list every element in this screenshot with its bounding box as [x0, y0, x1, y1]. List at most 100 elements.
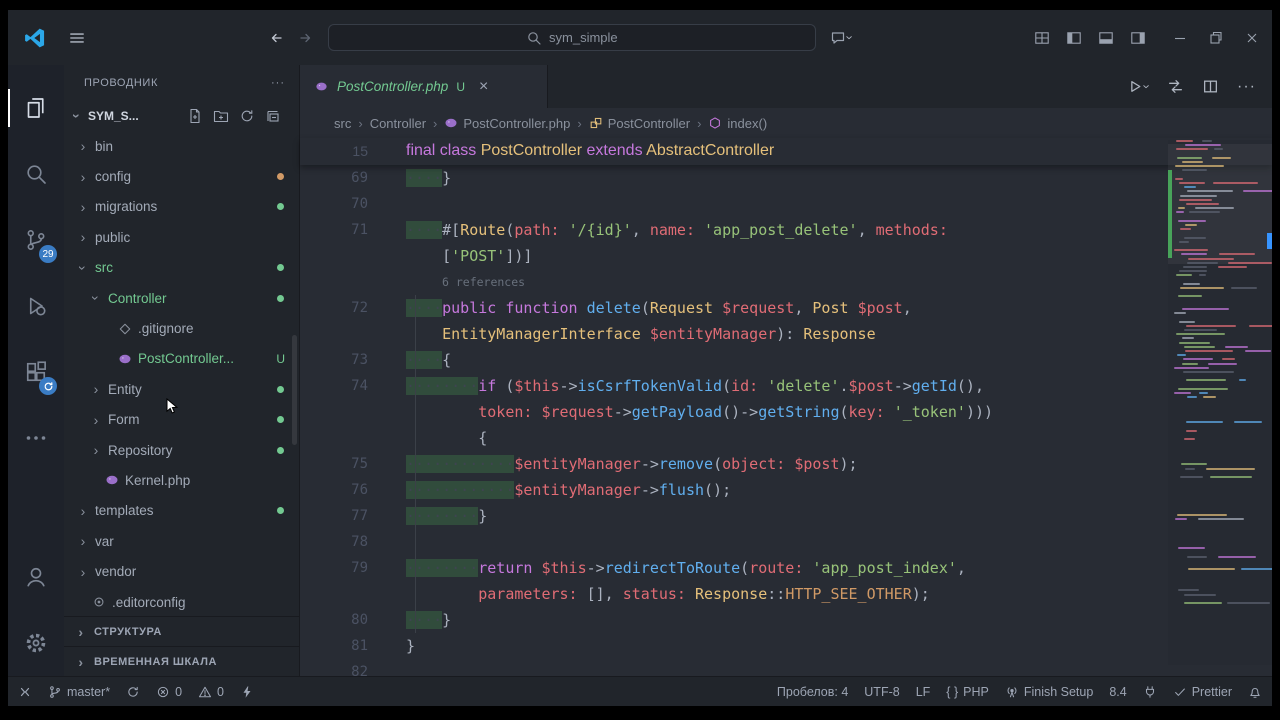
tree-item-kernel-php[interactable]: Kernel.php	[64, 465, 299, 495]
scrollbar-thumb[interactable]	[1267, 233, 1272, 249]
line-number[interactable]	[300, 425, 406, 451]
tab-postcontroller[interactable]: PostController.php U ×	[300, 65, 548, 108]
line-number[interactable]: 81	[300, 633, 406, 659]
code-line[interactable]: 79 ········return $this->redirectToRoute(…	[300, 555, 1272, 581]
breadcrumb-item-1[interactable]: Controller	[370, 116, 426, 131]
line-number[interactable]: 82	[300, 659, 406, 676]
code-line[interactable]: 76 ············$entityManager->flush();	[300, 477, 1272, 503]
editor-more-icon[interactable]: ···	[1237, 78, 1256, 96]
line-number[interactable]: 79	[300, 555, 406, 581]
nav-back-icon[interactable]	[268, 30, 284, 46]
code-line[interactable]: 77 ········}	[300, 503, 1272, 529]
status-item-finish-setup[interactable]: Finish Setup	[1005, 677, 1093, 706]
tree-item-bin[interactable]: › bin	[64, 131, 299, 161]
nav-forward-icon[interactable]	[298, 30, 314, 46]
breadcrumb-item-2[interactable]: PostController.php	[444, 116, 570, 131]
toggle-sidebar-icon[interactable]	[1066, 30, 1082, 46]
tree-item-repository[interactable]: › Repository	[64, 435, 299, 465]
code-line[interactable]: 70	[300, 191, 1272, 217]
minimap[interactable]	[1168, 140, 1272, 665]
code-line[interactable]: EntityManagerInterface $entityManager): …	[300, 321, 1272, 347]
chevron-down-icon[interactable]: ›	[843, 35, 858, 39]
status-item-ports[interactable]	[1143, 677, 1157, 706]
status-item-indentation[interactable]: Пробелов: 4	[777, 677, 848, 706]
compare-changes-icon[interactable]	[1167, 78, 1184, 95]
minimize-icon[interactable]	[1172, 30, 1188, 46]
sidebar-more-icon[interactable]: ···	[271, 77, 285, 89]
line-number[interactable]: 75	[300, 451, 406, 477]
code-editor[interactable]: 69 ····} 70 71 ····#[Route(path: '/{id}', na…	[300, 165, 1272, 676]
status-item-quick-action[interactable]	[240, 677, 254, 706]
tree-item-gitignore[interactable]: .gitignore	[64, 313, 299, 343]
restore-icon[interactable]	[1208, 30, 1224, 46]
toggle-panel-icon[interactable]	[1098, 30, 1114, 46]
line-number[interactable]	[300, 269, 406, 295]
status-item-remote-indicator[interactable]	[18, 677, 32, 706]
breadcrumb-item-3[interactable]: PostController	[589, 116, 690, 131]
status-item-eol[interactable]: LF	[916, 677, 931, 706]
code-line[interactable]: 81}	[300, 633, 1272, 659]
outline-section[interactable]: › СТРУКТУРА	[64, 616, 299, 646]
line-number[interactable]: 72	[300, 295, 406, 321]
code-line[interactable]: token: $request->getPayload()->getString…	[300, 399, 1272, 425]
status-item-warnings[interactable]: 0	[198, 677, 224, 706]
status-item-prettier[interactable]: Prettier	[1173, 677, 1232, 706]
line-number[interactable]: 74	[300, 373, 406, 399]
activity-search[interactable]	[8, 141, 64, 207]
workspace-header[interactable]: › SYM_S...	[64, 101, 299, 131]
code-line[interactable]: 73 ····{	[300, 347, 1272, 373]
activity-settings[interactable]	[8, 610, 64, 676]
tree-item-migrations[interactable]: › migrations	[64, 192, 299, 222]
code-line[interactable]: 82	[300, 659, 1272, 676]
sidebar-scrollbar[interactable]	[292, 335, 297, 445]
code-line[interactable]: 80 ····}	[300, 607, 1272, 633]
collapse-all-icon[interactable]	[265, 108, 281, 124]
sticky-scroll[interactable]: 15 final class PostController extends Abs…	[300, 138, 1272, 165]
menu-hamburger-icon[interactable]	[68, 29, 86, 47]
status-item-encoding[interactable]: UTF-8	[864, 677, 899, 706]
codelens-line[interactable]: 6 references	[300, 269, 1272, 295]
tab-close-icon[interactable]: ×	[479, 78, 488, 96]
activity-explorer[interactable]	[8, 75, 64, 141]
command-center-search[interactable]: sym_simple	[327, 24, 816, 51]
code-line[interactable]: 15 final class PostController extends Abs…	[300, 138, 1272, 164]
line-number[interactable]: 73	[300, 347, 406, 373]
line-number[interactable]: 15	[300, 138, 406, 164]
activity-run-debug[interactable]	[8, 273, 64, 339]
status-item-php-version[interactable]: 8.4	[1109, 677, 1126, 706]
code-line[interactable]: {	[300, 425, 1272, 451]
activity-extensions[interactable]	[8, 339, 64, 405]
status-item-language-mode[interactable]: { } PHP	[946, 677, 989, 706]
line-number[interactable]	[300, 581, 406, 607]
activity-source-control[interactable]: 29	[8, 207, 64, 273]
line-number[interactable]: 71	[300, 217, 406, 243]
status-item-errors[interactable]: 0	[156, 677, 182, 706]
tree-item-public[interactable]: › public	[64, 222, 299, 252]
toggle-secondary-sidebar-icon[interactable]	[1130, 30, 1146, 46]
line-number[interactable]	[300, 321, 406, 347]
code-line[interactable]: parameters: [], status: Response::HTTP_S…	[300, 581, 1272, 607]
status-item-notifications[interactable]	[1248, 677, 1262, 706]
tree-item-postcontroller[interactable]: PostController... U	[64, 344, 299, 374]
timeline-section[interactable]: › ВРЕМЕННАЯ ШКАЛА	[64, 646, 299, 676]
tree-item-vendor[interactable]: › vendor	[64, 556, 299, 586]
code-line[interactable]: ['POST'])]	[300, 243, 1272, 269]
line-number[interactable]	[300, 243, 406, 269]
customize-layout-icon[interactable]	[1034, 30, 1050, 46]
tree-item-var[interactable]: › var	[64, 526, 299, 556]
code-line[interactable]: 69 ····}	[300, 165, 1272, 191]
tree-item-config[interactable]: › config	[64, 161, 299, 191]
breadcrumb-item-0[interactable]: src	[334, 116, 351, 131]
code-line[interactable]: 75 ············$entityManager->remove(obj…	[300, 451, 1272, 477]
line-number[interactable]: 70	[300, 191, 406, 217]
activity-more[interactable]	[8, 405, 64, 471]
new-file-icon[interactable]	[187, 108, 203, 124]
tree-item-form[interactable]: › Form	[64, 405, 299, 435]
status-item-git-branch[interactable]: master*	[48, 677, 110, 706]
new-folder-icon[interactable]	[213, 108, 229, 124]
tree-item-templates[interactable]: › templates	[64, 496, 299, 526]
code-line[interactable]: 71 ····#[Route(path: '/{id}', name: 'app_…	[300, 217, 1272, 243]
line-number[interactable]: 78	[300, 529, 406, 555]
tree-item-controller[interactable]: › Controller	[64, 283, 299, 313]
code-line[interactable]: 74 ········if ($this->isCsrfTokenValid(id…	[300, 373, 1272, 399]
